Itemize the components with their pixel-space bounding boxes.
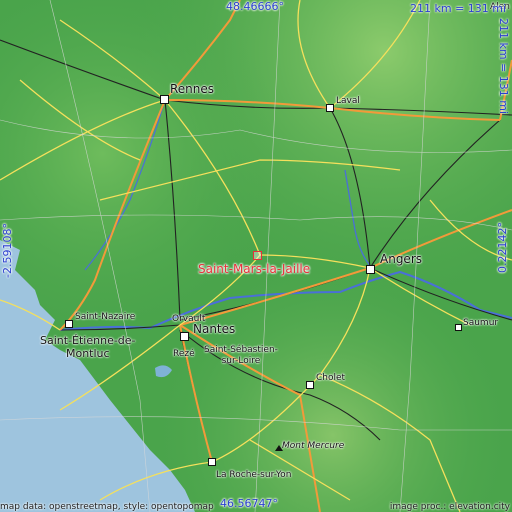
city-label-cholet: Cholet [316, 373, 346, 383]
attribution-left: map data: openstreetmap, style: opentopo… [0, 502, 214, 512]
coord-top: 48.46666° [226, 0, 284, 13]
scale-right: 211 km = 131 mi [497, 18, 510, 115]
target-label: Saint-Mars-la-Jaille [198, 262, 311, 276]
city-label-la-roche-sur-yon: La Roche-sur-Yon [216, 470, 292, 480]
target-marker[interactable] [253, 251, 262, 260]
city-marker-nantes [180, 332, 189, 341]
city-marker-la-roche-sur-yon [208, 458, 216, 466]
city-label-nantes: Nantes [193, 322, 236, 336]
city-marker-cholet [306, 381, 314, 389]
peak-label-mont-mercure: Mont Mercure [282, 441, 345, 451]
peak-marker [275, 445, 283, 451]
city-marker-angers [366, 265, 375, 274]
city-marker-saumur [455, 324, 462, 331]
coord-bottom: 46.56747° [220, 497, 278, 510]
city-label-rennes: Rennes [170, 82, 215, 96]
city-label-saumur: Saumur [463, 318, 499, 328]
city-label-angers: Angers [380, 252, 422, 266]
attribution-right: image proc.: elevation.city [389, 502, 510, 512]
city-marker-rennes [160, 95, 169, 104]
city-label-laval: Laval [336, 96, 360, 106]
city-marker-laval [326, 104, 334, 112]
map-canvas[interactable]: Saint-Mars-la-Jaille Rennes Laval Angers… [0, 0, 512, 512]
coord-left: -2.59108° [1, 223, 14, 278]
city-label-reze: Rezé [173, 349, 195, 359]
coord-right: 0.22142° [496, 222, 509, 273]
scale-top: 211 km = 131 mi [410, 2, 507, 15]
city-label-saint-nazaire: Saint-Nazaire [75, 312, 136, 322]
city-label-saint-sebastien: Saint-Sébastien- sur-Loire [204, 345, 278, 366]
city-label-saint-etienne: Saint-Étienne-de- Montluc [40, 334, 136, 360]
city-label-orvault: Orvault [172, 314, 206, 324]
city-marker-saint-nazaire [65, 320, 73, 328]
